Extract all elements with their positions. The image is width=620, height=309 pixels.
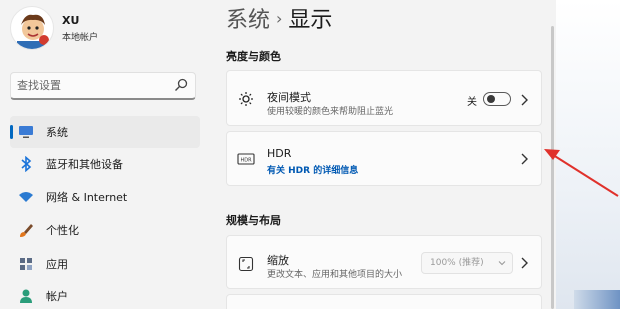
hdr-title: HDR xyxy=(267,147,292,160)
scale-card[interactable]: 缩放 更改文本、应用和其他项目的大小 100% (推荐) xyxy=(226,235,542,289)
night-light-subtitle: 使用较暖的颜色来帮助阻止蓝光 xyxy=(267,107,394,117)
sidebar-item-personalization[interactable]: 个性化 xyxy=(10,214,200,246)
scale-title: 缩放 xyxy=(267,254,289,267)
search-icon[interactable] xyxy=(173,77,189,93)
sidebar: XU 本地帐户 系统 蓝牙和其他设备 网络 & Internet 个性化 xyxy=(0,0,212,309)
search-input[interactable] xyxy=(11,73,161,97)
wifi-icon xyxy=(18,189,34,205)
toggle-knob xyxy=(487,95,495,103)
sidebar-item-label: 帐户 xyxy=(46,290,68,303)
main-content: 系统 › 显示 亮度与颜色 夜间模式 使用较暖的颜色来帮助阻止蓝光 关 HDR … xyxy=(212,0,556,309)
account-type: 本地帐户 xyxy=(62,33,99,43)
brightness-icon xyxy=(237,90,255,108)
sidebar-item-label: 个性化 xyxy=(46,224,79,237)
user-profile[interactable] xyxy=(10,6,54,50)
breadcrumb: 系统 › 显示 xyxy=(226,2,332,34)
red-arrow-annotation xyxy=(544,149,619,197)
search-box[interactable] xyxy=(10,72,196,100)
hdr-icon: HDR xyxy=(237,150,255,168)
hdr-card[interactable]: HDR HDR 有关 HDR 的详细信息 xyxy=(226,131,542,186)
sidebar-item-label: 网络 & Internet xyxy=(46,191,128,204)
cartoon-avatar-icon xyxy=(17,14,49,49)
sidebar-item-label: 系统 xyxy=(46,126,68,139)
section-title-brightness: 亮度与颜色 xyxy=(226,50,281,63)
sidebar-item-label: 蓝牙和其他设备 xyxy=(46,158,123,171)
svg-text:HDR: HDR xyxy=(240,158,252,164)
sidebar-item-system[interactable]: 系统 xyxy=(10,116,200,148)
apps-icon xyxy=(18,256,34,272)
user-name: XU xyxy=(62,14,80,27)
selection-indicator xyxy=(10,125,13,139)
night-light-toggle-label: 关 xyxy=(467,97,477,108)
night-light-toggle[interactable] xyxy=(483,92,511,106)
sidebar-item-label: 应用 xyxy=(46,258,68,271)
monitor-icon xyxy=(18,124,34,140)
chevron-down-icon xyxy=(498,261,506,266)
scale-dropdown[interactable]: 100% (推荐) xyxy=(421,252,513,274)
brush-icon xyxy=(18,222,34,238)
sidebar-item-bluetooth[interactable]: 蓝牙和其他设备 xyxy=(10,148,200,180)
breadcrumb-parent[interactable]: 系统 xyxy=(226,8,270,33)
night-light-title: 夜间模式 xyxy=(267,91,311,104)
sidebar-item-apps[interactable]: 应用 xyxy=(10,248,200,280)
scale-dropdown-value: 100% (推荐) xyxy=(430,258,484,268)
sidebar-item-accounts[interactable]: 帐户 xyxy=(10,280,200,309)
hdr-details-link[interactable]: 有关 HDR 的详细信息 xyxy=(267,163,358,176)
page-title: 显示 xyxy=(288,8,333,33)
next-setting-card[interactable] xyxy=(226,294,542,309)
breadcrumb-separator: › xyxy=(276,9,283,28)
chevron-right-icon[interactable] xyxy=(519,153,529,165)
section-title-layout: 规模与布局 xyxy=(226,214,281,227)
chevron-right-icon[interactable] xyxy=(519,94,529,106)
desktop-wallpaper-strip xyxy=(574,290,620,309)
night-light-card[interactable]: 夜间模式 使用较暖的颜色来帮助阻止蓝光 关 xyxy=(226,70,542,126)
scale-subtitle: 更改文本、应用和其他项目的大小 xyxy=(267,270,403,280)
bluetooth-icon xyxy=(18,156,34,172)
sidebar-item-network[interactable]: 网络 & Internet xyxy=(10,181,200,213)
person-icon xyxy=(18,288,34,304)
avatar[interactable] xyxy=(10,6,54,50)
chevron-right-icon[interactable] xyxy=(519,257,529,269)
scale-icon xyxy=(237,255,255,273)
